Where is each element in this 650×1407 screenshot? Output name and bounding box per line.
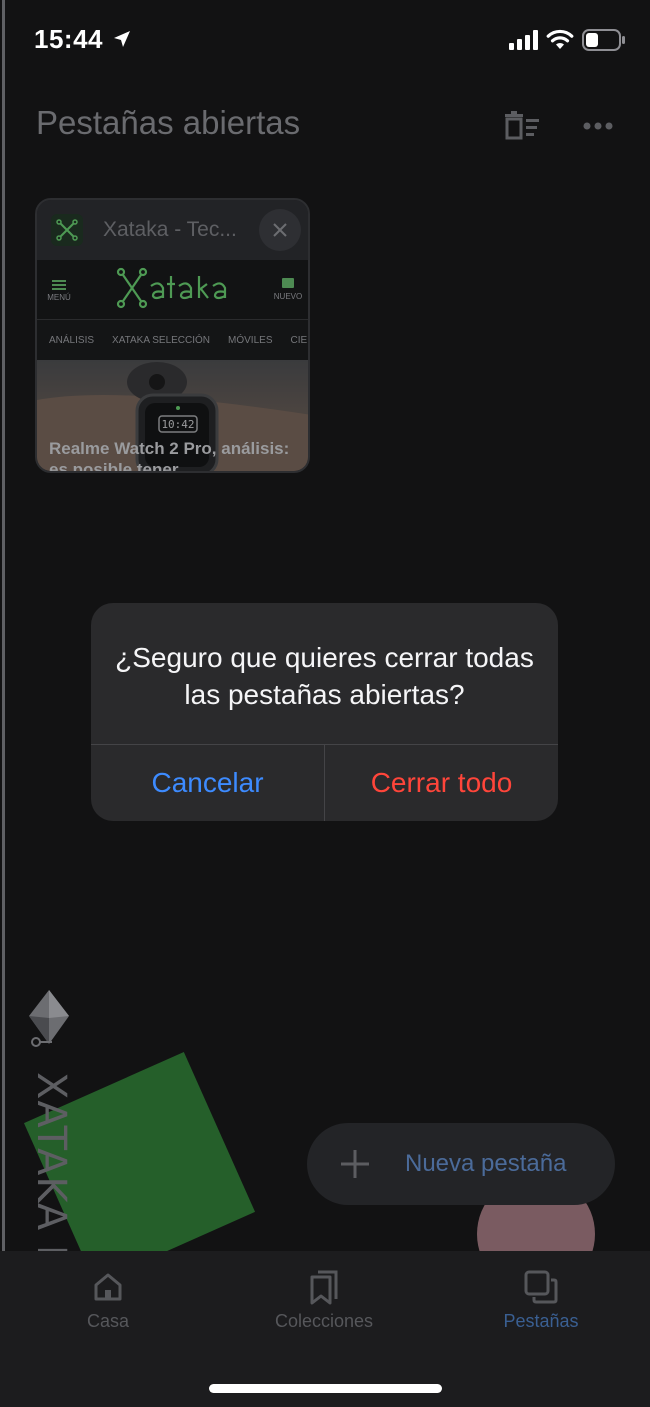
more-dots-icon (583, 122, 613, 130)
bookmark-icon (310, 1270, 338, 1305)
site-nav: ANÁLISIS XATAKA SELECCIÓN MÓVILES CIE (37, 320, 308, 360)
site-nav-item: ANÁLISIS (49, 334, 95, 346)
nav-label-collections: Colecciones (274, 1311, 374, 1331)
site-nuevo: NUEVO (273, 278, 303, 301)
tab-close-button[interactable] (259, 209, 301, 251)
favicon-icon (51, 214, 83, 246)
hamburger-icon (45, 280, 73, 290)
book-icon (282, 278, 294, 288)
page-title: Pestañas abiertas (36, 104, 301, 141)
close-icon (273, 223, 287, 237)
watch-time: 10:42 (161, 418, 194, 431)
xataka-logo-icon (116, 267, 227, 309)
close-all-dialog: ¿Seguro que quieres cerrar todas las pes… (91, 603, 558, 821)
plus-icon (341, 1150, 369, 1178)
close-all-button[interactable]: Cerrar todo (325, 745, 558, 821)
site-nuevo-label: NUEVO (273, 292, 303, 301)
wifi-icon (546, 29, 574, 49)
battery-icon (582, 29, 625, 51)
tab-card[interactable]: Xataka - Tec... MENÚ NUEVO ANÁLISIS XATA… (35, 198, 310, 473)
status-bar: 15:44 (0, 0, 650, 80)
tab-title: Xataka - Tec... (103, 218, 237, 241)
site-nav-item: XATAKA SELECCIÓN (112, 334, 211, 346)
delete-all-icon (505, 111, 539, 140)
delete-all-button[interactable] (500, 106, 544, 146)
tab-card-header: Xataka - Tec... (37, 200, 308, 260)
home-indicator[interactable] (209, 1384, 442, 1393)
site-nav-item: MÓVILES (228, 334, 273, 346)
nav-label-tabs: Pestañas (503, 1311, 579, 1331)
tab-preview: MENÚ NUEVO ANÁLISIS XATAKA SELECCIÓN MÓV… (37, 260, 308, 473)
dialog-message: ¿Seguro que quieres cerrar todas las pes… (115, 642, 534, 710)
status-time: 15:44 (34, 24, 103, 54)
home-icon (94, 1273, 122, 1301)
tabs-icon (524, 1270, 558, 1304)
cellular-signal-icon (509, 30, 538, 50)
article-title: Realme Watch 2 Pro, análisis: es posible… (49, 439, 290, 473)
site-menu-label: MENÚ (47, 293, 71, 302)
site-menu: MENÚ (45, 278, 73, 302)
nav-label-home: Casa (86, 1311, 130, 1331)
nav-item-tabs[interactable]: Pestañas (466, 1267, 616, 1332)
site-nav-item: CIE (290, 334, 308, 346)
nav-item-home[interactable]: Casa (33, 1267, 183, 1332)
nav-item-collections[interactable]: Colecciones (249, 1267, 399, 1332)
new-tab-button[interactable]: Nueva pestaña (307, 1123, 615, 1205)
watermark-line (2, 0, 5, 1385)
more-options-button[interactable] (578, 106, 618, 146)
site-header: MENÚ NUEVO (37, 260, 308, 320)
xataka-basics-logo-icon (29, 990, 69, 1047)
location-arrow-icon (114, 31, 130, 47)
new-tab-label: Nueva pestaña (405, 1150, 567, 1177)
cancel-button[interactable]: Cancelar (91, 745, 324, 821)
